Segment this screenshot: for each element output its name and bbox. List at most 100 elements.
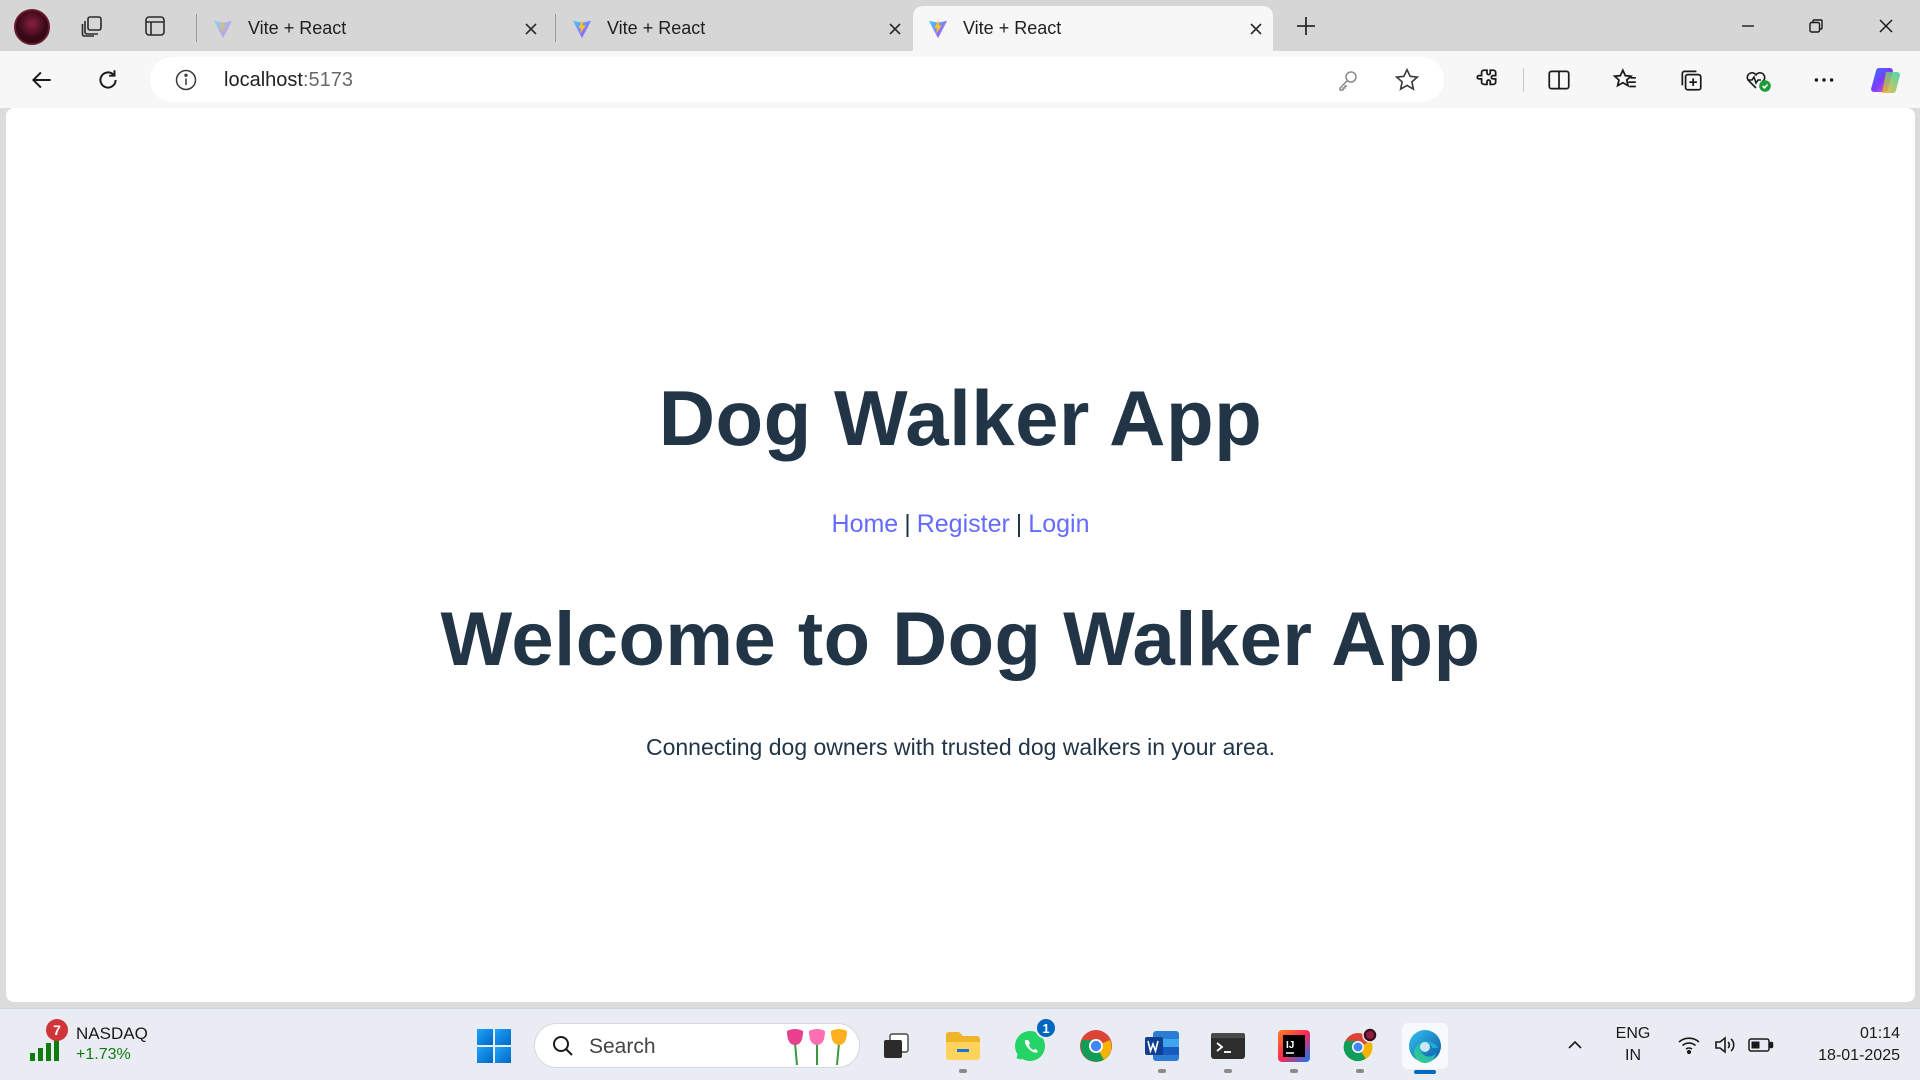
address-bar[interactable]: localhost:5173	[150, 57, 1444, 102]
site-info-icon[interactable]	[174, 68, 198, 92]
edge-icon	[1409, 1030, 1441, 1064]
close-window-icon[interactable]	[1852, 0, 1920, 51]
page-viewport: Dog Walker App Home | Register | Login Welco…	[6, 108, 1915, 1002]
favorite-star-icon[interactable]	[1394, 67, 1420, 93]
split-screen-icon[interactable]	[1539, 61, 1579, 99]
nav-separator: |	[904, 510, 911, 538]
vite-favicon-icon	[213, 19, 233, 38]
chrome-icon	[1080, 1030, 1112, 1062]
folder-icon	[946, 1032, 980, 1060]
workspaces-icon[interactable]	[75, 10, 109, 42]
task-view-button[interactable]	[873, 1023, 919, 1069]
url-host: localhost	[224, 69, 303, 91]
vite-favicon-icon	[928, 19, 948, 38]
clock-time: 01:14	[1859, 1025, 1900, 1042]
minimize-icon[interactable]	[1714, 0, 1782, 51]
tagline-text: Connecting dog owners with trusted dog w…	[645, 734, 1275, 760]
show-hidden-icons-button[interactable]	[1560, 1009, 1590, 1080]
back-icon[interactable]	[22, 61, 62, 99]
word-icon	[1145, 1031, 1179, 1061]
svg-text:IJ: IJ	[1286, 1040, 1294, 1051]
chrome-profile-button[interactable]	[1337, 1023, 1383, 1073]
nav-link-home[interactable]: Home	[832, 510, 899, 538]
chrome-button[interactable]	[1073, 1023, 1119, 1069]
restore-icon[interactable]	[1782, 0, 1850, 51]
speaker-icon	[1715, 1036, 1735, 1054]
extensions-icon[interactable]	[1467, 61, 1507, 99]
tab-1[interactable]: Vite + React	[196, 6, 548, 51]
running-indicator	[1158, 1069, 1166, 1073]
widget-stock-change: +1.73%	[76, 1046, 131, 1063]
nav-link-register[interactable]: Register	[917, 510, 1010, 538]
password-key-icon[interactable]	[1336, 68, 1360, 92]
volume-status[interactable]	[1708, 1009, 1742, 1080]
clock-date: 18-01-2025	[1818, 1047, 1900, 1064]
search-label: Search	[589, 1035, 656, 1058]
wifi-icon	[1678, 1037, 1700, 1055]
widget-stock-name: NASDAQ	[76, 1024, 148, 1043]
tab-3-active[interactable]: Vite + React	[913, 6, 1273, 51]
collections-icon[interactable]	[1671, 61, 1711, 99]
windows-taskbar: 7 NASDAQ +1.73% Search 1 IJ ENG IN 01:14…	[0, 1008, 1920, 1080]
windows-logo-icon	[477, 1029, 511, 1063]
intellij-icon: IJ	[1278, 1030, 1310, 1062]
task-view-icon	[884, 1033, 909, 1058]
tab-actions-icon[interactable]	[138, 10, 172, 42]
close-tab-icon[interactable]	[882, 16, 908, 42]
terminal-button[interactable]	[1205, 1023, 1251, 1073]
taskbar-search[interactable]: Search	[534, 1023, 860, 1068]
app-title: Dog Walker App	[658, 374, 1263, 462]
welcome-heading: Welcome to Dog Walker App	[440, 597, 1481, 682]
copilot-icon[interactable]	[1866, 61, 1906, 99]
active-app-indicator	[1414, 1070, 1436, 1074]
system-clock[interactable]: 01:14 18-01-2025	[1790, 1023, 1900, 1067]
word-button[interactable]	[1139, 1023, 1185, 1073]
chrome-profile-icon	[1343, 1027, 1378, 1062]
edge-button[interactable]	[1402, 1023, 1448, 1074]
running-indicator	[1356, 1069, 1364, 1073]
browser-toolbar: localhost:5173	[0, 51, 1920, 108]
file-explorer-button[interactable]	[940, 1023, 986, 1073]
vite-favicon-icon	[572, 19, 592, 38]
browser-tab-strip: Vite + React Vite + React Vite + React	[0, 0, 1920, 51]
close-tab-icon[interactable]	[518, 16, 544, 42]
widget-notification-badge: 7	[46, 1019, 68, 1041]
start-button[interactable]	[471, 1023, 517, 1069]
more-options-icon[interactable]	[1804, 61, 1844, 99]
tab-2[interactable]: Vite + React	[555, 6, 912, 51]
terminal-icon	[1211, 1033, 1245, 1059]
intellij-button[interactable]: IJ	[1271, 1023, 1317, 1073]
nav-link-login[interactable]: Login	[1028, 510, 1089, 538]
main-nav: Home | Register | Login	[6, 510, 1915, 539]
input-language-indicator[interactable]: ENG IN	[1612, 1023, 1654, 1067]
whatsapp-button[interactable]: 1	[1007, 1017, 1057, 1069]
tab-title: Vite + React	[248, 18, 347, 38]
wifi-status[interactable]	[1672, 1009, 1706, 1080]
url-text: localhost:5173	[224, 69, 353, 92]
nav-separator: |	[1015, 510, 1023, 538]
battery-icon	[1748, 1038, 1774, 1052]
toolbar-separator	[1523, 68, 1524, 92]
tab-separator	[555, 14, 556, 42]
tab-separator	[196, 14, 197, 42]
new-tab-icon[interactable]	[1289, 10, 1323, 42]
page-content: Dog Walker App Home | Register | Login Welco…	[6, 108, 1915, 1002]
stock-widget[interactable]: 7 NASDAQ +1.73%	[26, 1019, 166, 1069]
language-code: ENG	[1615, 1025, 1651, 1042]
running-indicator	[959, 1069, 967, 1073]
battery-status[interactable]	[1744, 1009, 1778, 1080]
tab-title: Vite + React	[963, 18, 1062, 38]
region-code: IN	[1625, 1047, 1641, 1064]
favorites-icon[interactable]	[1605, 61, 1645, 99]
close-tab-icon[interactable]	[1243, 16, 1269, 42]
running-indicator	[1224, 1069, 1232, 1073]
url-port: :5173	[302, 69, 353, 91]
chevron-up-icon	[1568, 1040, 1582, 1049]
profile-avatar[interactable]	[14, 9, 50, 45]
whatsapp-unread-badge: 1	[1035, 1017, 1057, 1039]
search-icon	[553, 1036, 573, 1056]
refresh-icon[interactable]	[88, 61, 128, 99]
browser-essentials-icon[interactable]	[1738, 61, 1778, 99]
running-indicator	[1290, 1069, 1298, 1073]
tab-title: Vite + React	[607, 18, 706, 38]
